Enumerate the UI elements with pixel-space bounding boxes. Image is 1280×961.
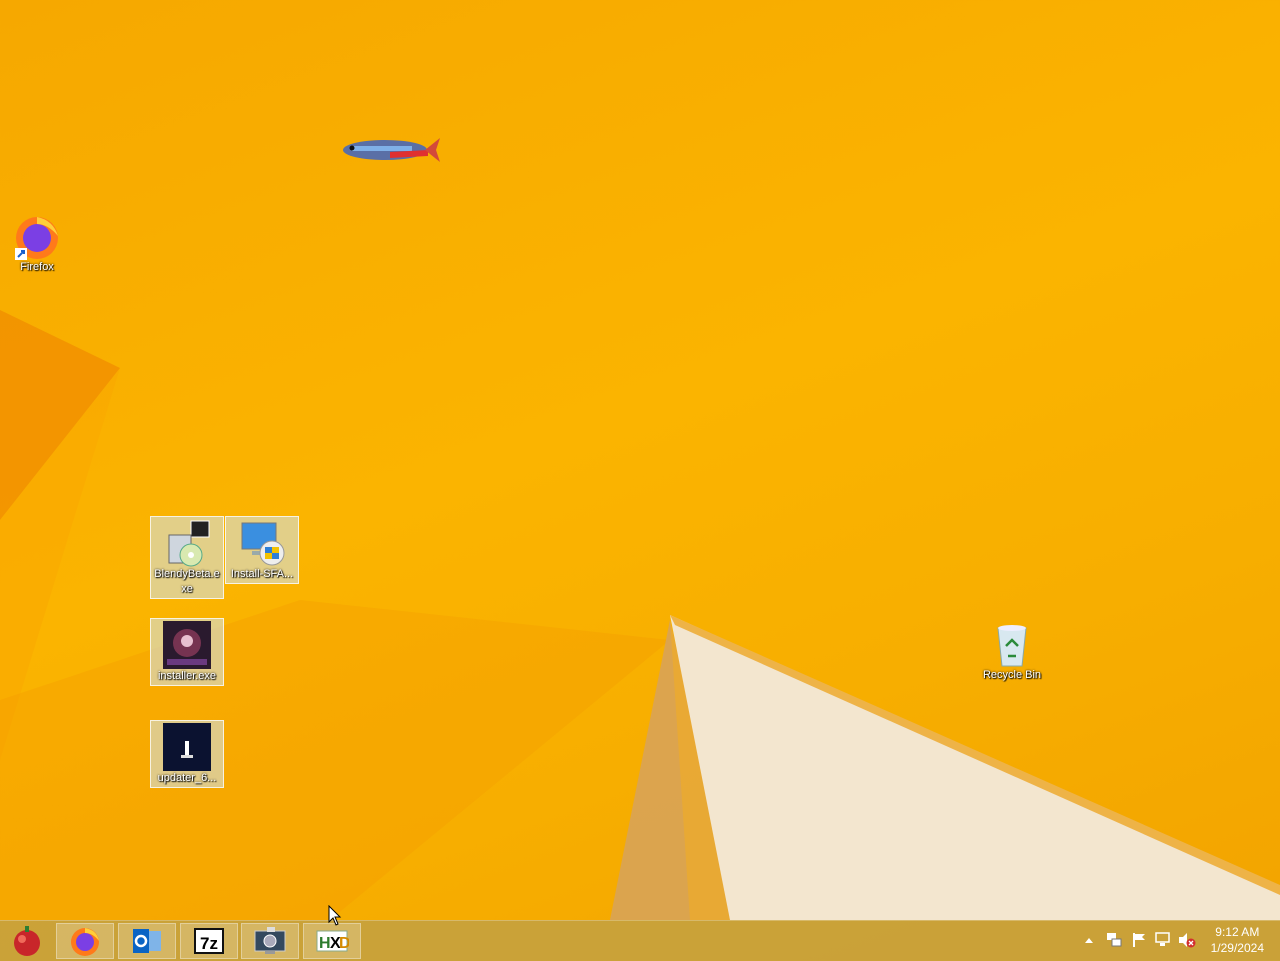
clock-time: 9:12 AM bbox=[1215, 925, 1260, 939]
remote-desktop-icon bbox=[254, 927, 286, 954]
desktop-icon-label: installer.exe bbox=[157, 670, 217, 682]
desktop-fish bbox=[343, 138, 440, 162]
setup-monitor-shield-icon bbox=[238, 519, 286, 567]
installer-app-icon bbox=[163, 621, 211, 669]
desktop-icon-installer[interactable]: installer.exe bbox=[150, 618, 224, 686]
desktop-icon-label: updater_6... bbox=[157, 772, 217, 784]
desktop-icon-firefox[interactable]: Firefox bbox=[0, 210, 74, 275]
updater-app-icon bbox=[163, 723, 211, 771]
hex-editor-icon: H X D bbox=[316, 930, 349, 952]
recycle-bin-icon bbox=[988, 620, 1036, 668]
taskbar-remote-desktop[interactable] bbox=[241, 923, 299, 959]
mouse-cursor-icon bbox=[328, 905, 342, 926]
network-icon[interactable] bbox=[1155, 932, 1171, 948]
taskbar-hex-editor[interactable]: H X D bbox=[303, 923, 361, 959]
volume-muted-icon[interactable] bbox=[1178, 932, 1196, 948]
desktop-icon-label: Firefox bbox=[20, 261, 54, 273]
firefox-icon bbox=[13, 212, 61, 260]
installer-cd-icon bbox=[163, 519, 211, 567]
action-center-flag-icon[interactable] bbox=[1131, 932, 1147, 948]
taskbar-outlook[interactable] bbox=[118, 923, 176, 959]
outlook-icon bbox=[133, 929, 161, 953]
desktop-icon-label: Recycle Bin bbox=[982, 669, 1042, 681]
wallpaper bbox=[0, 310, 1280, 920]
taskbar-clock[interactable]: 9:12 AM 1/29/2024 bbox=[1211, 924, 1264, 956]
7zip-icon: 7z bbox=[194, 928, 224, 954]
desktop-icon-install-sfa[interactable]: Install-SFA... bbox=[225, 516, 299, 584]
svg-text:D: D bbox=[339, 935, 349, 952]
svg-text:H: H bbox=[319, 935, 331, 952]
desktop-icon-updater[interactable]: updater_6... bbox=[150, 720, 224, 788]
firefox-icon bbox=[71, 928, 99, 956]
taskbar-firefox[interactable] bbox=[56, 923, 114, 959]
start-orb-icon bbox=[14, 926, 40, 956]
taskbar-7zip[interactable]: 7z bbox=[180, 923, 238, 959]
start-button[interactable] bbox=[0, 923, 54, 959]
desktop-icon-recycle-bin[interactable]: Recycle Bin bbox=[975, 618, 1049, 683]
show-hidden-icons-arrow[interactable] bbox=[1084, 934, 1094, 947]
desktop-icon-label: Install-SFA... bbox=[230, 568, 294, 580]
desktop-icon-label: BlendyBeta.exe bbox=[154, 568, 220, 595]
clock-date: 1/29/2024 bbox=[1210, 941, 1264, 955]
network-share-icon[interactable] bbox=[1106, 932, 1122, 948]
desktop-icon-blendybeta[interactable]: BlendyBeta.exe bbox=[150, 516, 224, 599]
svg-text:7z: 7z bbox=[200, 934, 218, 953]
